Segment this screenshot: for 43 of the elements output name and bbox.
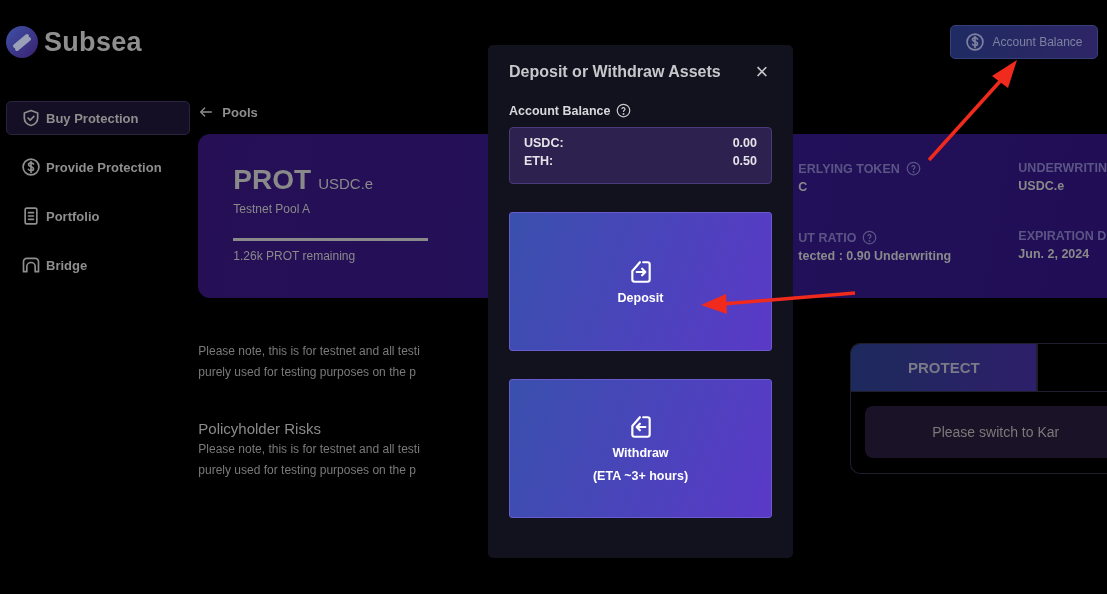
paragraph-text: Please note, this is for testnet and all testi: [198, 343, 421, 360]
withdraw-button[interactable]: Withdraw (ETA ~3+ hours): [509, 379, 772, 518]
stat-value: C: [798, 180, 809, 194]
deposit-button[interactable]: Deposit: [509, 212, 772, 351]
panel-tab[interactable]: PROTECT: [851, 344, 1039, 391]
pool-name: Testnet Pool A: [233, 202, 312, 216]
stat-label: UNDERWRITIN: [1018, 161, 1107, 175]
paragraph-text: purely used for testing purposes on the p: [198, 462, 417, 479]
shield-check-icon: [21, 108, 41, 128]
pool-symbol: PROT: [233, 164, 312, 196]
stat-label: ERLYING TOKEN: [798, 161, 900, 176]
arrow-left-icon: [198, 104, 215, 120]
pool-token: USDC.e: [318, 175, 374, 192]
asset-amount: 0.50: [732, 154, 757, 168]
sidebar-item[interactable]: Bridge: [6, 248, 190, 282]
section-heading: Policyholder Risks: [198, 419, 322, 439]
switch-network-button[interactable]: Please switch to Kar: [865, 406, 1107, 458]
stat-value: Jun. 2, 2024: [1018, 247, 1091, 261]
modal-title: Deposit or Withdraw Assets: [509, 63, 721, 81]
stat-value: tected : 0.90 Underwriting: [798, 249, 953, 263]
dollar-circle-icon: [21, 157, 41, 177]
app-logo-text: Subsea: [44, 26, 142, 58]
sidebar-item[interactable]: Provide Protection: [6, 150, 190, 184]
stat-value: USDC.e: [1018, 179, 1066, 193]
remaining-text: 1.26k PROT remaining: [233, 249, 357, 263]
sidebar-item[interactable]: Buy Protection: [6, 101, 190, 135]
asset-amount: 0.00: [732, 136, 757, 150]
balance-label: Account Balance: [509, 103, 611, 118]
close-button[interactable]: ×: [752, 62, 772, 82]
back-link[interactable]: Pools: [198, 104, 258, 120]
bridge-icon: [21, 255, 41, 275]
paragraph-text: purely used for testing purposes on the p: [198, 364, 417, 381]
asset-label: ETH:: [524, 154, 554, 168]
logo-icon: [6, 26, 38, 58]
document-icon: [21, 206, 41, 226]
stat-label: UT RATIO: [798, 230, 857, 245]
paragraph-text: Please note, this is for testnet and all testi: [198, 441, 421, 458]
asset-label: USDC:: [524, 136, 564, 150]
sidebar-item[interactable]: Portfolio: [6, 199, 190, 233]
stat-label: EXPIRATION D: [1018, 229, 1107, 243]
account-balance-button[interactable]: Account Balance: [950, 25, 1098, 59]
help-icon: [616, 103, 632, 118]
dollar-circle-icon: [965, 32, 986, 52]
